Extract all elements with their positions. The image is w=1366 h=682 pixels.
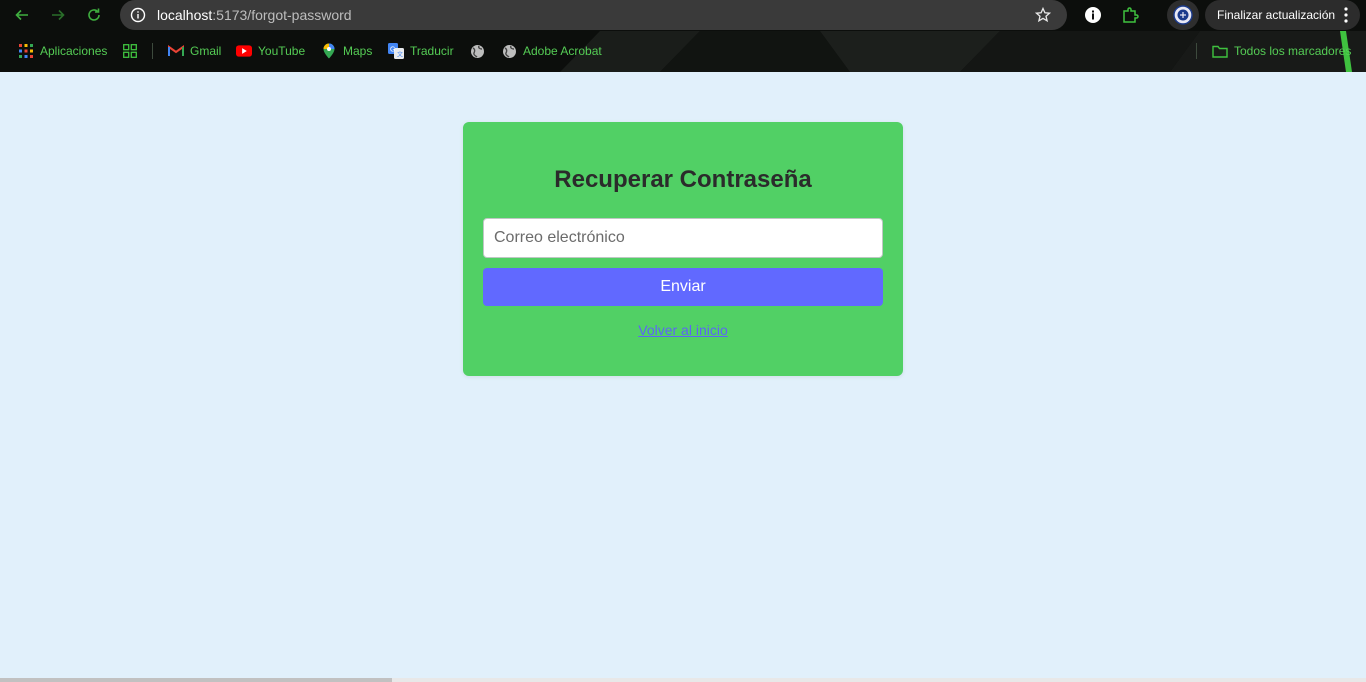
bookmark-tab-groups[interactable]	[122, 41, 138, 61]
star-icon	[1035, 7, 1051, 23]
bookmark-label: Aplicaciones	[40, 44, 108, 58]
arrow-left-icon	[15, 9, 28, 21]
horizontal-scrollbar[interactable]	[0, 678, 1366, 682]
globe-icon	[469, 43, 485, 59]
url-host: localhost	[157, 7, 213, 23]
bookmarks-divider	[1196, 43, 1197, 59]
svg-text:G: G	[390, 47, 395, 54]
bookmark-gmail[interactable]: Gmail	[168, 41, 221, 61]
bookmark-youtube[interactable]: YouTube	[236, 41, 305, 61]
bookmark-label: YouTube	[258, 44, 306, 58]
globe-icon	[501, 43, 517, 59]
bookmark-apps[interactable]: Aplicaciones	[18, 41, 107, 61]
page-viewport: Recuperar Contraseña Enviar Volver al in…	[0, 72, 1366, 682]
browser-toolbar: localhost:5173/forgot-password Finalizar…	[0, 0, 1366, 31]
forward-button[interactable]	[46, 3, 70, 27]
reload-button[interactable]	[82, 3, 106, 27]
bookmark-adobe-acrobat[interactable]: Adobe Acrobat	[501, 41, 602, 61]
more-vertical-icon	[1344, 7, 1348, 23]
youtube-icon	[236, 43, 252, 59]
submit-button[interactable]: Enviar	[483, 268, 883, 306]
profile-button[interactable]	[1167, 0, 1199, 30]
browser-chrome: localhost:5173/forgot-password Finalizar…	[0, 0, 1366, 72]
bookmark-globe[interactable]	[469, 41, 485, 61]
bookmark-label: Gmail	[190, 44, 222, 58]
scrollbar-thumb[interactable]	[0, 678, 392, 682]
back-button[interactable]	[10, 3, 34, 27]
url-text[interactable]: localhost:5173/forgot-password	[157, 7, 352, 23]
info-icon	[130, 7, 146, 23]
update-label: Finalizar actualización	[1217, 8, 1336, 22]
bookmarks-bar: Aplicaciones Gmail YouTube Maps G 文 Trad…	[0, 39, 1366, 63]
arrow-right-icon	[52, 9, 65, 21]
reload-icon	[88, 8, 100, 21]
site-info-button[interactable]	[129, 6, 147, 24]
apps-grid-icon	[18, 43, 34, 59]
extension-info-button[interactable]	[1082, 4, 1104, 26]
maps-pin-icon	[321, 43, 337, 59]
all-bookmarks-folder[interactable]: Todos los marcadores	[1212, 41, 1351, 61]
address-bar[interactable]: localhost:5173/forgot-password	[120, 0, 1067, 30]
email-field[interactable]	[483, 218, 883, 258]
bookmark-translate[interactable]: G文 Traducir	[388, 41, 454, 61]
bookmark-label: Maps	[343, 44, 373, 58]
gmail-icon	[168, 43, 184, 59]
all-bookmarks-label: Todos los marcadores	[1234, 44, 1352, 58]
folder-icon	[1212, 43, 1228, 59]
extensions-button[interactable]	[1119, 4, 1141, 26]
bookmark-star-button[interactable]	[1034, 6, 1052, 24]
url-path: :5173/forgot-password	[212, 7, 352, 23]
translate-icon: G文	[388, 43, 404, 59]
bookmark-label: Adobe Acrobat	[523, 44, 602, 58]
page-title: Recuperar Contraseña	[554, 166, 812, 193]
info-circle-icon	[1085, 7, 1101, 23]
svg-text:文: 文	[397, 51, 403, 59]
forgot-password-card: Recuperar Contraseña Enviar Volver al in…	[463, 122, 903, 376]
puzzle-icon	[1123, 7, 1139, 23]
back-link-container: Volver al inicio	[463, 322, 903, 338]
bookmark-label: Traducir	[410, 44, 454, 58]
bookmark-maps[interactable]: Maps	[321, 41, 372, 61]
back-to-home-link[interactable]: Volver al inicio	[638, 322, 728, 338]
profile-crest-icon	[1173, 5, 1193, 25]
update-chrome-button[interactable]: Finalizar actualización	[1205, 0, 1360, 30]
bookmarks-divider	[152, 43, 153, 59]
tab-groups-icon	[122, 43, 138, 59]
